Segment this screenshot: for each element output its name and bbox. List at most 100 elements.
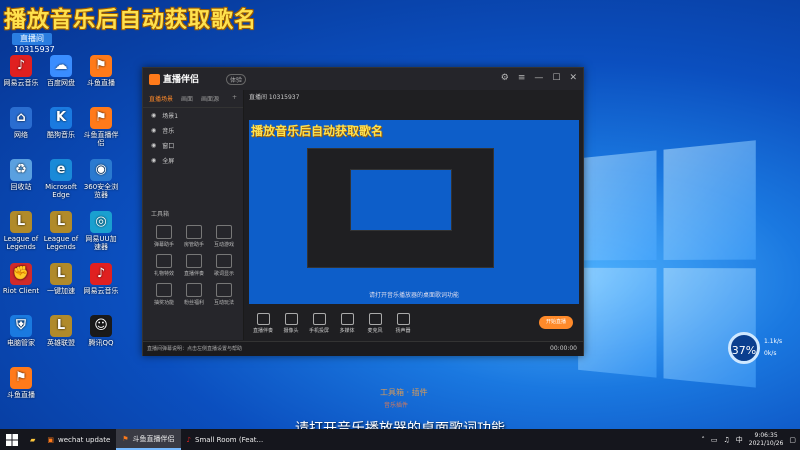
app-sidebar: 直播场景 画面 画面源 + ◉ 场景1 ◉ 音乐 ◉ 窗口 ◉ 全屏 工具箱 弹幕助手 房… <box>143 90 244 340</box>
desktop-icon[interactable]: ⚑ 斗鱼直播 <box>82 55 120 87</box>
toolbar-camera[interactable]: 摄像头 <box>277 312 305 334</box>
caption-small-2: 音乐插件 <box>384 402 409 409</box>
scene-item[interactable]: ◉ 窗口 <box>143 138 243 153</box>
scene-item[interactable]: ◉ 音乐 <box>143 123 243 138</box>
tool-item[interactable]: 歌词显示 <box>209 254 239 277</box>
desktop-icon-label: 英雄联盟 <box>47 339 75 347</box>
close-icon[interactable]: ✕ <box>569 73 577 83</box>
tool-icon <box>186 254 202 268</box>
desktop-icon[interactable]: e Microsoft Edge <box>42 159 80 199</box>
status-note: 直播间弹幕说明：点击左侧直播设置与帮助 <box>147 346 243 352</box>
tool-item[interactable]: 弹幕助手 <box>149 225 179 248</box>
app-icon: ⛨ <box>10 315 32 337</box>
desktop-icon[interactable]: L 英雄联盟 <box>42 315 80 347</box>
nested-preview-inner <box>350 169 452 231</box>
tool-icon <box>216 283 232 297</box>
app-icon: L <box>50 263 72 285</box>
toolbar-mic[interactable]: 麦克风 <box>361 312 389 334</box>
start-live-button[interactable]: 开始直播 <box>539 316 573 329</box>
tool-item[interactable]: 房管助手 <box>179 225 209 248</box>
desktop-icon-label: 斗鱼直播伴侣 <box>83 131 119 147</box>
toolbar-phone-cast[interactable]: 手机投屏 <box>305 312 333 334</box>
desktop-icon[interactable]: ✊ Riot Client <box>2 263 40 295</box>
desktop-icon[interactable]: ♪ 网易云音乐 <box>82 263 120 295</box>
eye-icon[interactable]: ◉ <box>151 127 156 134</box>
scene-item[interactable]: ◉ 全屏 <box>143 153 243 168</box>
start-button[interactable] <box>0 433 24 446</box>
taskbar-folder[interactable]: ▰ <box>24 429 41 450</box>
music-icon <box>256 312 270 325</box>
taskbar-item-music[interactable]: ♪ Small Room (Feat... <box>181 429 270 450</box>
desktop-icon[interactable]: L League of Legends <box>42 211 80 251</box>
app-titlebar[interactable]: 直播伴侣 体验 ⚙ ≡ — ☐ ✕ <box>143 68 583 90</box>
main-header: 直播间 10315937 <box>249 92 579 112</box>
toolbar-accompaniment[interactable]: 直播伴奏 <box>249 312 277 334</box>
taskbar-item-douyu[interactable]: ⚑ 斗鱼直播伴侣 <box>116 429 181 450</box>
chevron-up-icon[interactable]: ˄ <box>701 436 705 444</box>
eye-icon[interactable]: ◉ <box>151 142 156 149</box>
app-icon: ☁ <box>50 55 72 77</box>
stream-preview[interactable]: 播放音乐后自动获取歌名 请打开音乐播放器的桌面歌词功能 <box>249 120 579 304</box>
taskbar-item-wechat[interactable]: ▣ wechat update <box>41 429 116 450</box>
tool-item[interactable]: 抽奖功能 <box>149 283 179 306</box>
tab-picture[interactable]: 画面 <box>181 94 193 103</box>
eye-icon[interactable]: ◉ <box>151 112 156 119</box>
desktop-icon-label: League of Legends <box>43 235 79 251</box>
tools-grid: 弹幕助手 房管助手 互动游戏礼物特效 直播伴奏 歌词显示抽奖功能 粉丝福利 互动玩法 <box>149 225 239 306</box>
toolbar-speaker[interactable]: 扬声器 <box>389 312 417 334</box>
clock[interactable]: 9:06:35 2021/10/26 <box>749 432 784 448</box>
settings-icon[interactable]: ⚙ <box>501 73 509 83</box>
desktop-icon[interactable]: ⚑ 斗鱼直播 <box>2 367 40 399</box>
tool-item[interactable]: 互动游戏 <box>209 225 239 248</box>
tab-scene[interactable]: 直播场景 <box>149 94 173 103</box>
scene-item[interactable]: ◉ 场景1 <box>143 108 243 123</box>
ime-indicator[interactable]: 中 <box>736 435 743 445</box>
add-icon[interactable]: + <box>232 94 237 103</box>
performance-widget[interactable]: 37% 1.1k/s 0k/s <box>728 332 788 366</box>
app-icon: L <box>50 211 72 233</box>
app-icon: ◎ <box>90 211 112 233</box>
menu-icon[interactable]: ≡ <box>518 73 526 83</box>
app-version-badge: 体验 <box>226 74 247 85</box>
tool-item[interactable]: 粉丝福利 <box>179 283 209 306</box>
desktop-icon[interactable]: ⚑ 斗鱼直播伴侣 <box>82 107 120 147</box>
preview-caption: 请打开音乐播放器的桌面歌词功能 <box>368 292 459 299</box>
desktop-icon[interactable]: K 酷狗音乐 <box>42 107 80 139</box>
tool-label: 歌词显示 <box>213 271 234 277</box>
desktop-icon[interactable]: L League of Legends <box>2 211 40 251</box>
volume-icon[interactable]: ♫ <box>724 436 730 444</box>
desktop-icon[interactable]: ◉ 360安全浏览器 <box>82 159 120 199</box>
app-icon: ♪ <box>10 55 32 77</box>
maximize-icon[interactable]: ☐ <box>552 73 560 83</box>
desktop-icon[interactable]: L 一键加速 <box>42 263 80 295</box>
desktop-icon[interactable]: ♻ 回收站 <box>2 159 40 191</box>
desktop-icon[interactable]: ☺ 腾讯QQ <box>82 315 120 347</box>
tool-icon <box>156 254 172 268</box>
app-icon: ⚑ <box>90 107 112 129</box>
scene-label: 音乐 <box>162 128 175 135</box>
desktop-icon[interactable]: ♪ 网易云音乐 <box>2 55 40 87</box>
clock-time: 9:06:35 <box>754 431 778 439</box>
network-icon[interactable]: ▭ <box>711 436 718 444</box>
desktop-icon[interactable]: ⛨ 电脑管家 <box>2 315 40 347</box>
eye-icon[interactable]: ◉ <box>151 157 156 164</box>
tab-source[interactable]: 画面源 <box>201 94 219 103</box>
desktop-icon[interactable]: ⌂ 网络 <box>2 107 40 139</box>
toolbar-media[interactable]: 多媒体 <box>333 312 361 334</box>
download-speed: 0k/s <box>764 350 777 357</box>
minimize-icon[interactable]: — <box>534 73 543 83</box>
tool-label: 粉丝福利 <box>183 300 204 306</box>
desktop-icon[interactable]: ◎ 网易UU加速器 <box>82 211 120 251</box>
desktop-icon-label: 一键加速 <box>47 287 75 295</box>
live-badge: 直播间 <box>12 33 52 45</box>
tool-item[interactable]: 礼物特效 <box>149 254 179 277</box>
streaming-app-window[interactable]: 直播伴侣 体验 ⚙ ≡ — ☐ ✕ 直播场景 画面 画面源 + ◉ 场景1 ◉ 音乐… <box>142 67 584 356</box>
app-icon: L <box>10 211 32 233</box>
bottom-toolbar: 直播伴奏 摄像头 手机投屏 多媒体 麦克风 扬声器 开始直播 <box>249 308 579 338</box>
desktop-icon[interactable]: ☁ 百度网盘 <box>42 55 80 87</box>
notification-icon[interactable]: ▢ <box>789 436 796 444</box>
app-logo-icon <box>149 74 160 85</box>
tool-item[interactable]: 互动玩法 <box>209 283 239 306</box>
tool-item[interactable]: 直播伴奏 <box>179 254 209 277</box>
wechat-icon: ▣ <box>47 435 55 444</box>
